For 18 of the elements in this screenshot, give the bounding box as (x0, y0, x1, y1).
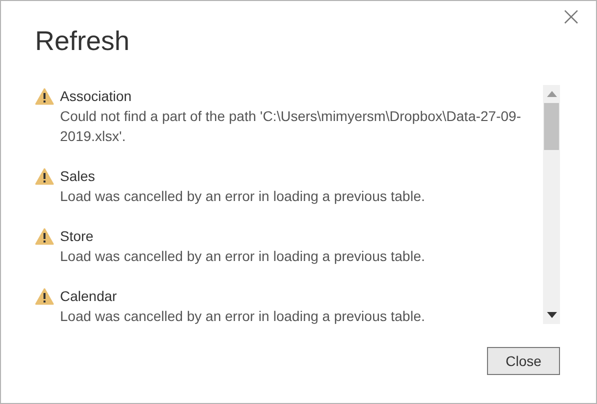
error-source: Calendar (60, 287, 118, 306)
warning-icon (35, 88, 54, 105)
error-message: Load was cancelled by an error in loading a previous table. (60, 247, 426, 266)
error-source: Sales (60, 167, 96, 186)
scroll-thumb[interactable] (544, 103, 559, 150)
error-message: Load was cancelled by an error in loading a previous table. (60, 187, 426, 206)
close-button[interactable]: Close (487, 347, 560, 375)
error-source: Store (60, 227, 94, 246)
scroll-up-icon[interactable] (546, 91, 556, 97)
error-message: Could not find a part of the path 'C:\Users\mimyersm\Dropbox\Data-27-09-2019.xlsx'. (60, 107, 522, 146)
scroll-down-icon[interactable] (546, 312, 556, 318)
warning-icon (35, 228, 54, 245)
error-source: Association (60, 87, 133, 106)
scrollbar[interactable] (543, 85, 560, 324)
warning-icon (35, 288, 54, 305)
warning-icon (35, 168, 54, 185)
dialog-title: Refresh (35, 25, 131, 58)
error-message: Load was cancelled by an error in loading a previous table. (60, 307, 426, 324)
